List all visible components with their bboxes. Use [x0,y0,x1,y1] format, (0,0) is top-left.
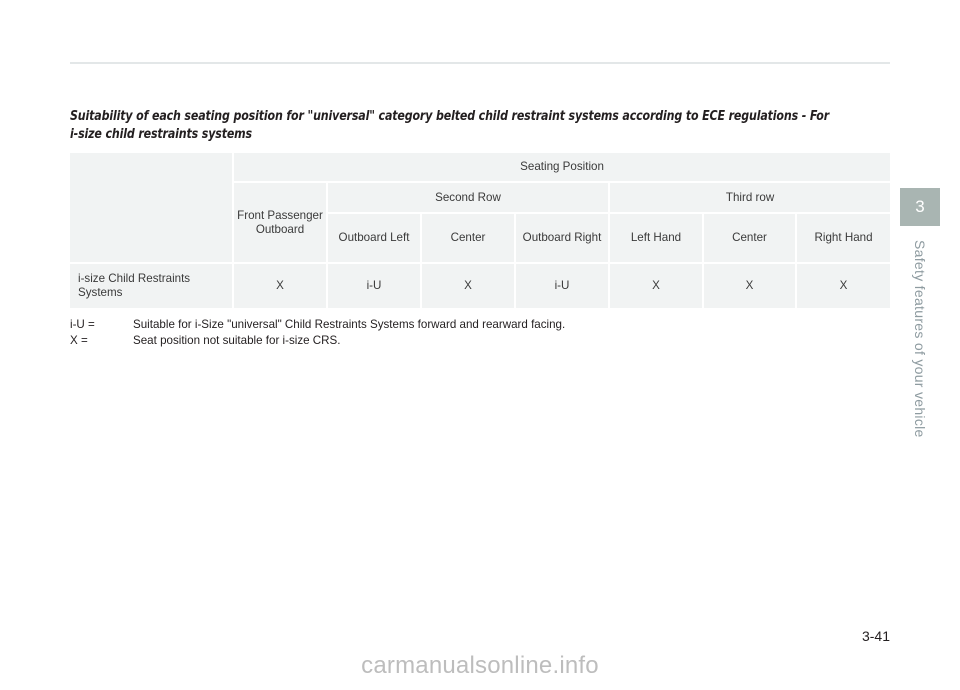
header-second-center: Center [422,214,516,264]
cell-second-outboard-left: i-U [328,264,422,308]
header-divider [70,62,890,64]
chapter-number-tab: 3 [900,188,940,226]
table-header-row-seating-position: Seating Position [70,153,891,264]
legend-item-iu: i-U = Suitable for i-Size "universal" Ch… [70,317,890,333]
cell-third-left-hand: X [610,264,704,308]
page-title: Suitability of each seating position for… [70,109,830,142]
table-row: i-size Child Restraints Systems X i-U X … [70,264,891,308]
header-third-right-hand: Right Hand [797,214,891,264]
legend-description-x: Seat position not suitable for i-size CR… [133,334,341,347]
legend-description-iu: Suitable for i-Size "universal" Child Re… [133,318,566,331]
header-second-outboard-left: Outboard Left [328,214,422,264]
table-corner-cell [70,153,234,264]
cell-front-passenger-outboard: X [234,264,328,308]
header-front-passenger-outboard: Front Passenger Outboard [234,183,328,264]
cell-second-center: X [422,264,516,308]
header-seating-position: Seating Position [234,153,891,183]
header-third-left-hand: Left Hand [610,214,704,264]
header-third-row: Third row [610,183,891,214]
legend-item-x: X = Seat position not suitable for i-siz… [70,333,890,349]
header-third-center: Center [704,214,797,264]
watermark: carmanualsonline.info [361,652,599,679]
header-second-row: Second Row [328,183,610,214]
seating-suitability-table: Seating Position Front Passenger Outboar… [70,153,891,308]
header-second-outboard-right: Outboard Right [516,214,610,264]
legend: i-U = Suitable for i-Size "universal" Ch… [70,317,890,349]
legend-key-iu: i-U = [70,318,95,331]
page-number: 3-41 [861,628,890,644]
chapter-title-text: Safety features of your vehicle [912,240,928,438]
cell-third-right-hand: X [797,264,891,308]
legend-key-x: X = [70,334,88,347]
cell-second-outboard-right: i-U [516,264,610,308]
row-label-isize-child-restraints: i-size Child Restraints Systems [70,264,234,308]
cell-third-center: X [704,264,797,308]
manual-page: Suitability of each seating position for… [0,0,960,690]
chapter-title-vertical: Safety features of your vehicle [900,240,940,480]
page-content: Suitability of each seating position for… [70,108,891,349]
